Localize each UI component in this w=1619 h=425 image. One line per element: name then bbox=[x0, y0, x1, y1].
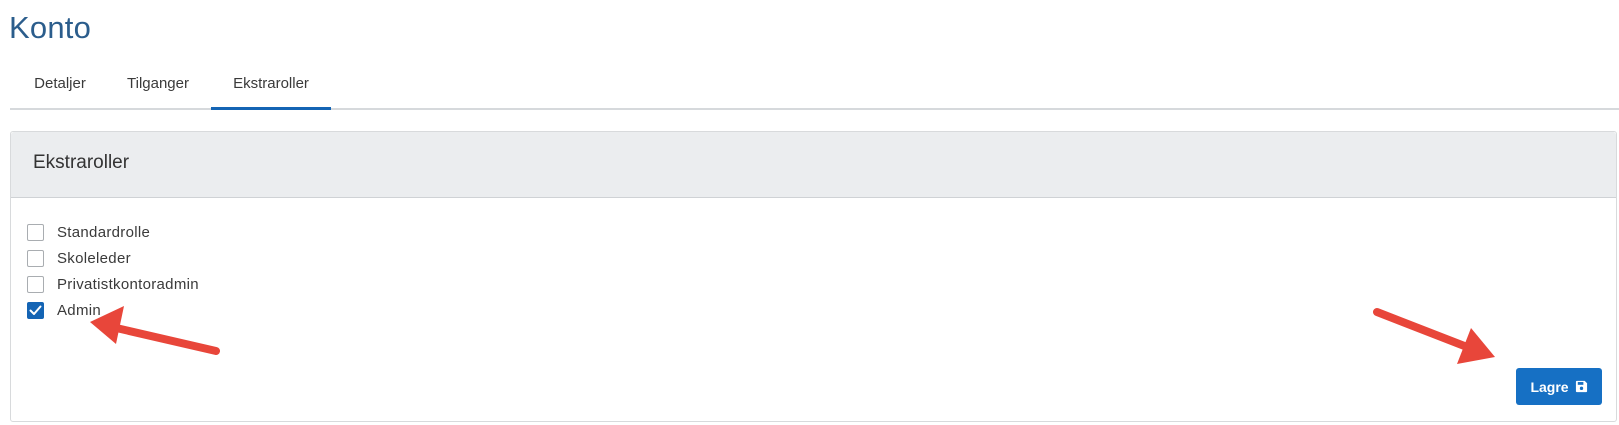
checkmark-icon bbox=[29, 305, 42, 315]
checkbox-admin[interactable] bbox=[27, 301, 44, 319]
role-label: Standardrolle bbox=[57, 223, 151, 241]
role-list: Standardrolle Skoleleder Privatistkontor… bbox=[27, 219, 199, 323]
floppy-disk-icon bbox=[1575, 380, 1587, 393]
checkbox-skoleleder[interactable] bbox=[27, 249, 44, 267]
role-label: Skoleleder bbox=[57, 249, 131, 267]
save-button[interactable]: Lagre bbox=[1516, 368, 1602, 405]
panel-title: Ekstraroller bbox=[33, 152, 130, 173]
role-privatistkontoradmin[interactable]: Privatistkontoradmin bbox=[27, 271, 199, 297]
tab-detaljer[interactable]: Detaljer bbox=[10, 64, 110, 108]
checkbox-privatistkontoradmin[interactable] bbox=[27, 275, 44, 293]
page-title: Konto bbox=[9, 10, 92, 45]
checkbox-standardrolle[interactable] bbox=[27, 223, 44, 241]
role-label: Privatistkontoradmin bbox=[57, 275, 199, 293]
role-skoleleder[interactable]: Skoleleder bbox=[27, 245, 199, 271]
tab-ekstraroller[interactable]: Ekstraroller bbox=[211, 64, 331, 110]
extra-roles-panel: Ekstraroller Standardrolle Skoleleder Pr… bbox=[10, 131, 1617, 422]
save-button-label: Lagre bbox=[1530, 378, 1569, 395]
panel-header: Ekstraroller bbox=[11, 132, 1616, 198]
role-standardrolle[interactable]: Standardrolle bbox=[27, 219, 199, 245]
tab-bar: Detaljer Tilganger Ekstraroller bbox=[10, 64, 1619, 110]
role-label: Admin bbox=[57, 301, 102, 319]
tab-tilganger[interactable]: Tilganger bbox=[108, 64, 208, 108]
role-admin[interactable]: Admin bbox=[27, 297, 199, 323]
